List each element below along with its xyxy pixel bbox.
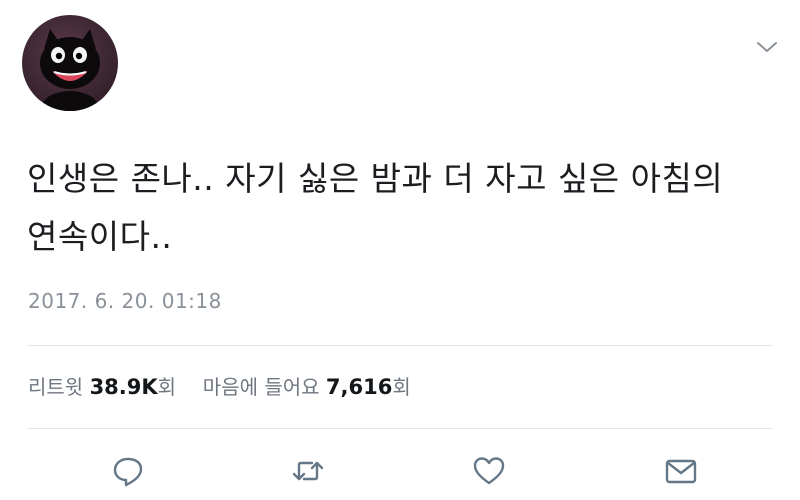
tweet-menu-button[interactable] [754, 36, 780, 58]
reply-button[interactable] [110, 453, 146, 489]
retweets-stat[interactable]: 리트윗 38.9K회 [28, 375, 182, 399]
divider [27, 428, 773, 429]
reply-icon [113, 457, 143, 487]
retweets-count: 38.9K [89, 375, 158, 399]
retweet-icon [292, 461, 324, 481]
tweet-card: 인생은 존나.. 자기 싫은 밤과 더 자고 싶은 아침의 연속이다.. 201… [0, 0, 800, 500]
retweets-label: 리트윗 [28, 375, 84, 399]
retweets-unit: 회 [157, 375, 177, 399]
heart-icon [473, 457, 505, 485]
tweet-stats: 리트윗 38.9K회 마음에 들어요 7,616회 [28, 371, 411, 403]
likes-count: 7,616 [325, 375, 393, 399]
avatar-image [40, 29, 100, 111]
tweet-timestamp[interactable]: 2017. 6. 20. 01:18 [28, 286, 222, 316]
chevron-down-icon [757, 42, 777, 52]
avatar[interactable] [22, 15, 118, 111]
likes-unit: 회 [392, 375, 411, 399]
likes-label: 마음에 들어요 [202, 375, 320, 399]
tweet-text: 인생은 존나.. 자기 싫은 밤과 더 자고 싶은 아침의 연속이다.. [27, 159, 735, 256]
retweet-button[interactable] [290, 453, 326, 489]
direct-message-button[interactable] [663, 453, 699, 489]
likes-stat[interactable]: 마음에 들어요 7,616회 [203, 375, 411, 399]
divider [27, 345, 773, 346]
like-button[interactable] [471, 453, 507, 489]
envelope-icon [665, 459, 697, 484]
